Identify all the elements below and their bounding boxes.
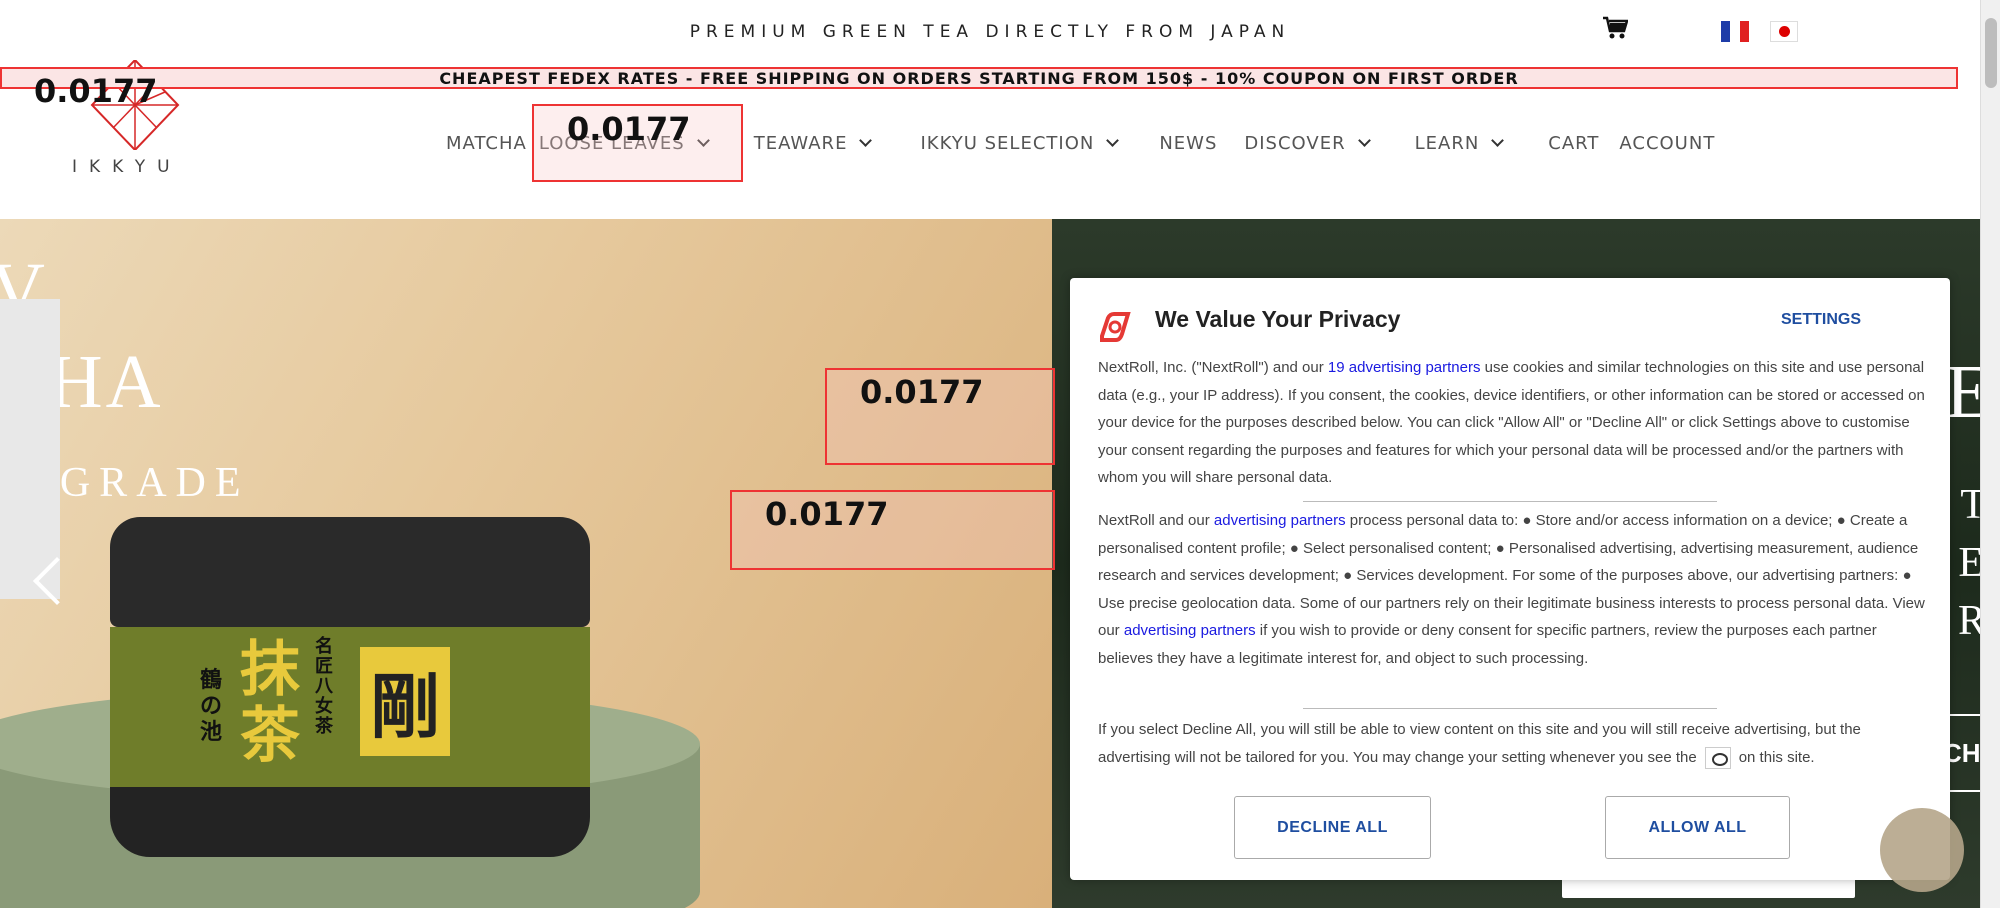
cart-icon[interactable] [1602, 16, 1628, 40]
chevron-down-icon [1491, 134, 1505, 147]
nav-account[interactable]: ACCOUNT [1619, 133, 1715, 154]
top-bar: PREMIUM GREEN TEA DIRECTLY FROM JAPAN [0, 0, 1980, 64]
kanji-matcha: 抹茶 [240, 635, 300, 771]
nav-discover-label: DISCOVER [1244, 133, 1346, 154]
kanji-go: 剛 [360, 647, 450, 756]
consent-p2-text-b: process personal data to: ● Store and/or… [1098, 512, 1925, 639]
french-flag-icon[interactable] [1721, 21, 1749, 42]
hero-right-letter-1: E [1945, 350, 1980, 434]
tin-lid [110, 517, 590, 627]
consent-p3-text-b: on this site. [1738, 748, 1815, 766]
scrollbar-thumb[interactable] [1985, 18, 1997, 88]
decline-all-button[interactable]: DECLINE ALL [1234, 796, 1431, 859]
nav-learn[interactable]: LEARN [1414, 133, 1505, 154]
annotation-score-4: 0.0177 [765, 495, 889, 533]
annotation-score-2: 0.0177 [567, 110, 691, 148]
kanji-label-small: 名匠八女茶 [315, 636, 333, 737]
japanese-flag-icon[interactable] [1770, 21, 1798, 42]
chevron-down-icon [1106, 134, 1120, 147]
settings-link[interactable]: SETTINGS [1781, 311, 1861, 329]
chevron-down-icon [859, 134, 873, 147]
consent-paragraph-1: NextRoll, Inc. ("NextRoll") and our 19 a… [1098, 354, 1928, 492]
consent-paragraph-2: NextRoll and our advertising partners pr… [1098, 507, 1928, 672]
nav-matcha[interactable]: MATCHA [446, 133, 527, 154]
consent-settings-icon [1704, 746, 1731, 769]
site-header [0, 89, 1980, 219]
allow-all-button[interactable]: ALLOW ALL [1605, 796, 1790, 859]
nav-cart[interactable]: CART [1548, 133, 1599, 154]
consent-paragraph-3: If you select Decline All, you will stil… [1098, 716, 1928, 771]
hero-right-letter-3: E [1958, 540, 1980, 586]
page-scrollbar[interactable] [1980, 0, 2000, 908]
hero-right-letter-4: R [1957, 598, 1980, 644]
annotation-score-1: 0.0177 [34, 72, 158, 110]
nav-matcha-label: MATCHA [446, 133, 527, 154]
nav-cart-label: CART [1548, 133, 1600, 154]
advertising-partners-link-3[interactable]: advertising partners [1124, 622, 1256, 639]
annotation-score-3: 0.0177 [860, 373, 984, 411]
hero-right-letter-2: T [1960, 482, 1980, 528]
product-tin-partial [0, 299, 60, 599]
consent-p2-text-a: NextRoll and our [1098, 512, 1214, 529]
nav-ikkyu-selection[interactable]: IKKYU SELECTION [920, 133, 1120, 154]
privacy-consent-modal: We Value Your Privacy SETTINGS NextRoll,… [1070, 278, 1950, 880]
divider [1303, 708, 1717, 709]
divider [1303, 501, 1717, 502]
tin-label: 抹茶 剛 名匠八女茶 鶴の池 [110, 627, 590, 787]
consent-p1-text-b: use cookies and similar technologies on … [1098, 359, 1925, 486]
modal-title: We Value Your Privacy [1155, 306, 1401, 332]
consent-p1-text-a: NextRoll, Inc. ("NextRoll") and our [1098, 359, 1328, 376]
nav-account-label: ACCOUNT [1619, 133, 1716, 154]
advertising-partners-link-2[interactable]: advertising partners [1214, 512, 1346, 529]
nav-news-label: NEWS [1159, 133, 1218, 154]
nav-teaware-label: TEAWARE [753, 133, 848, 154]
nav-ikkyu-selection-label: IKKYU SELECTION [920, 133, 1095, 154]
tin-bottom [110, 787, 590, 857]
advertising-partners-link-1[interactable]: 19 advertising partners [1328, 359, 1481, 376]
kanji-tsurunoike: 鶴の池 [200, 667, 223, 745]
nav-learn-label: LEARN [1414, 133, 1480, 154]
tagline: PREMIUM GREEN TEA DIRECTLY FROM JAPAN [689, 22, 1291, 42]
matcha-tin-image: 抹茶 剛 名匠八女茶 鶴の池 [110, 517, 590, 857]
chevron-down-icon [1357, 134, 1371, 147]
annotation-box-banner [0, 67, 1958, 89]
nav-news[interactable]: NEWS [1159, 133, 1217, 154]
logo-text: IKKYU [72, 157, 182, 177]
nav-teaware[interactable]: TEAWARE [753, 133, 873, 154]
nav-discover[interactable]: DISCOVER [1244, 133, 1371, 154]
nextroll-logo-icon [1100, 312, 1131, 342]
chat-widget-icon[interactable] [1880, 808, 1964, 892]
